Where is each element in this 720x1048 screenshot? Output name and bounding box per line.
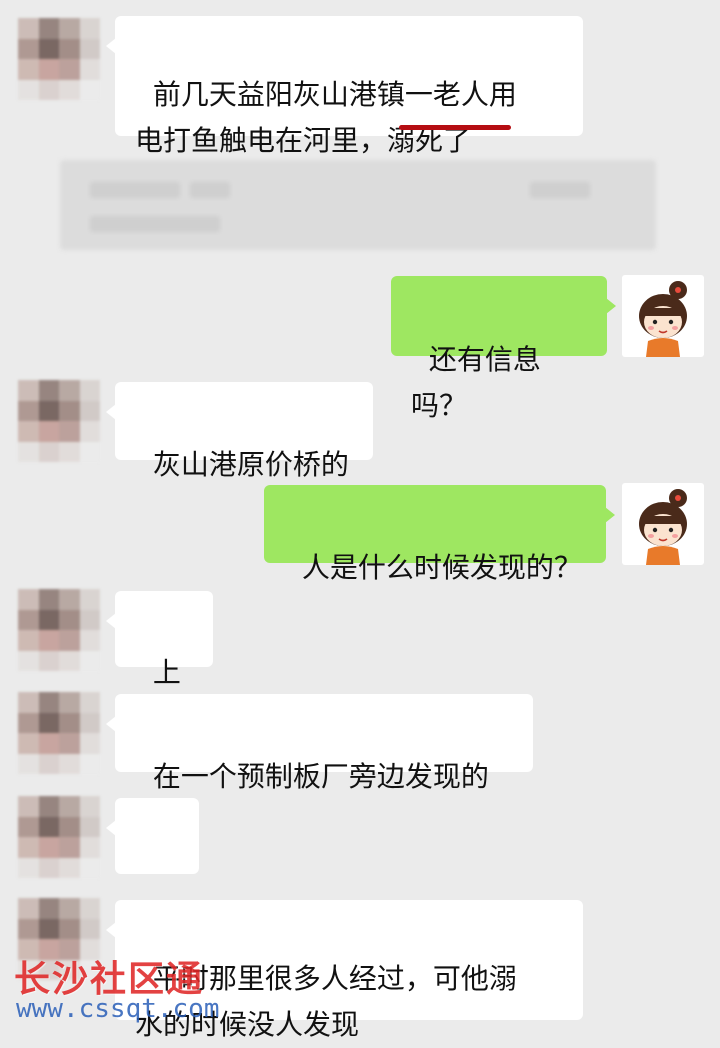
highlight-underline xyxy=(399,125,511,130)
contact-avatar[interactable] xyxy=(18,692,100,774)
watermark-url: www.cssqt.com xyxy=(16,994,220,1024)
cartoon-girl-avatar-icon[interactable] xyxy=(622,275,704,357)
message-bubble-outgoing[interactable]: 人是什么时候发现的？ xyxy=(264,485,615,584)
redacted-message xyxy=(60,160,656,250)
message-text: 还有信息吗？ xyxy=(411,343,541,422)
cartoon-girl-avatar-icon[interactable] xyxy=(622,483,704,565)
message-bubble-incoming[interactable]: 对 xyxy=(106,798,199,942)
message-bubble-incoming[interactable]: 灰山港原价桥的 xyxy=(106,382,373,481)
message-text: 人是什么时候发现的？ xyxy=(301,551,582,584)
contact-avatar[interactable] xyxy=(18,18,100,100)
message-bubble-incoming[interactable]: 上午 xyxy=(106,591,213,735)
message-bubble-incoming[interactable]: 前几天益阳灰山港镇一老人用 电打鱼触电在河里，溺死了 xyxy=(106,16,583,157)
message-bubble-incoming[interactable]: 在一个预制板厂旁边发现的 xyxy=(106,694,533,793)
site-watermark-logo: 长沙社区通 www.cssqt.com xyxy=(8,950,238,1030)
message-text: 灰山港原价桥的 xyxy=(152,448,349,481)
message-text: 前几天益阳灰山港镇一老人用 电打鱼触电在河里，溺死了 xyxy=(135,78,517,157)
message-bubble-outgoing[interactable]: 还有信息吗？ xyxy=(391,276,616,422)
message-text: 在一个预制板厂旁边发现的 xyxy=(152,760,489,793)
contact-avatar[interactable] xyxy=(18,796,100,878)
contact-avatar[interactable] xyxy=(18,589,100,671)
contact-avatar[interactable] xyxy=(18,380,100,462)
